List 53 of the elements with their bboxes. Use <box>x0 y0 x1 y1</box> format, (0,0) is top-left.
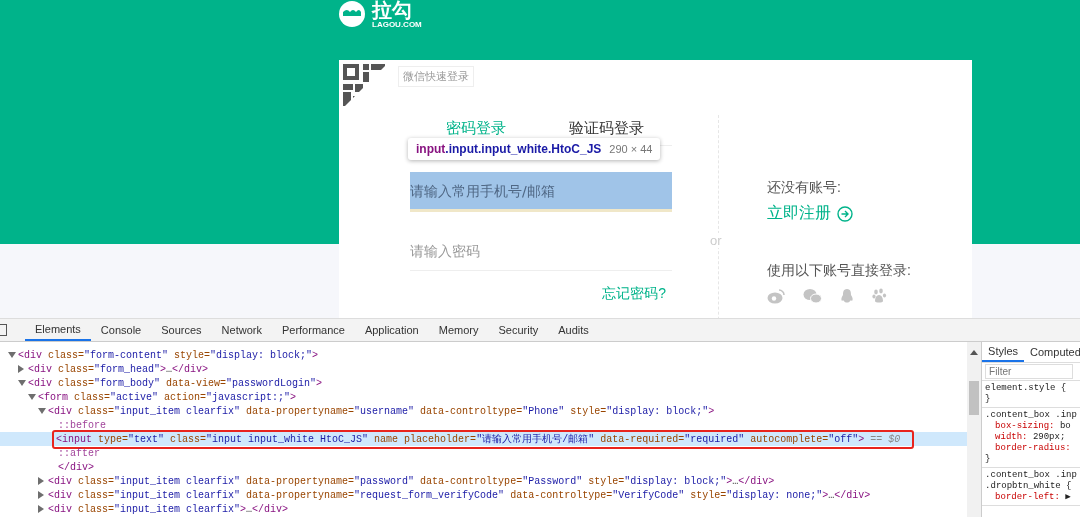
collapsed-triangle-icon[interactable] <box>38 505 44 513</box>
logo-name: 拉勾 <box>372 0 413 20</box>
css-selector: .content_box .inp <box>985 410 1078 421</box>
css-selector: .dropbtn_white { <box>985 481 1073 492</box>
code-line[interactable]: <div class="input_item clearfix">…</div> <box>48 502 289 516</box>
element-selector-label: input.input.input_white.HtoC_JS <box>416 142 602 156</box>
logo-icon <box>338 0 366 28</box>
devtools-tab[interactable]: Security <box>488 319 549 341</box>
expanded-triangle-icon[interactable] <box>38 408 46 414</box>
scrollbar[interactable] <box>967 342 982 517</box>
devtools-tab[interactable]: Application <box>354 319 429 341</box>
wechat-login-tooltip: 微信快速登录 <box>398 66 474 87</box>
code-line[interactable]: <div class="input_item clearfix" data-propertyname="password" data-controltype="Password" style="display: block;">…</div> <box>48 474 775 488</box>
element-size-label: 290 × 44 <box>609 143 653 155</box>
code-line[interactable]: <div class="form_head">…</div> <box>28 362 209 376</box>
collapsed-triangle-icon[interactable] <box>38 477 44 485</box>
code-line[interactable]: <div class="input_item clearfix" data-propertyname="username" data-controltype="Phone" style="display: block;"> <box>48 404 715 418</box>
expanded-triangle-icon[interactable] <box>8 352 16 358</box>
code-line[interactable]: <div class="form_body" data-view="passwordLogin"> <box>28 376 323 390</box>
devtools-tab[interactable]: Audits <box>548 319 599 341</box>
closing-brace: } <box>985 454 992 465</box>
code-line[interactable]: ::before <box>58 418 106 432</box>
code-line[interactable]: ::after <box>58 446 100 460</box>
devtools-tab[interactable]: Memory <box>428 319 489 341</box>
css-declaration: width: 290px; <box>994 432 1067 443</box>
logo-domain: LAGOU.COM <box>372 20 422 30</box>
expanded-triangle-icon[interactable] <box>18 380 26 386</box>
code-line[interactable]: <form class="active" action="javascript:;"> <box>38 390 297 404</box>
css-declaration: border-left: ▶ <box>994 492 1072 503</box>
css-selector: .content_box .inp <box>985 470 1078 481</box>
collapsed-triangle-icon[interactable] <box>18 365 24 373</box>
arrow-circle-icon <box>837 205 853 222</box>
styles-tab[interactable]: Styles <box>982 342 1025 362</box>
styles-tab[interactable]: Computed <box>1024 342 1080 362</box>
devtools-tab[interactable]: Network <box>211 319 272 341</box>
social-login-prompt: 使用以下账号直接登录: <box>767 261 911 280</box>
css-declaration: border-radius: <box>994 443 1072 454</box>
code-line[interactable]: <div class="input_item clearfix" data-propertyname="request_form_verifyCode" data-controltype="VerifyCode" style="display: none;">…</div> <box>48 488 871 502</box>
expanded-triangle-icon[interactable] <box>28 394 36 400</box>
devtools-tab[interactable]: Sources <box>151 319 212 341</box>
code-line[interactable]: </div> <box>58 460 94 474</box>
device-toggle-icon[interactable] <box>0 324 7 336</box>
devtools-tab[interactable]: Elements <box>25 319 91 341</box>
highlighted-input-field[interactable]: 请输入常用手机号/邮箱 <box>410 172 672 212</box>
collapsed-triangle-icon[interactable] <box>38 491 44 499</box>
filter-field[interactable]: Filter <box>985 364 1074 379</box>
devtools-tab[interactable]: Console <box>90 319 152 341</box>
css-selector: element.style { <box>985 383 1068 394</box>
code-line[interactable]: <div class="form-content" style="display: block;"> <box>18 348 319 362</box>
devtools-tab[interactable]: Performance <box>271 319 355 341</box>
register-prompt: 还没有账号: <box>767 178 842 197</box>
closing-brace: } <box>985 394 992 405</box>
css-declaration: box-sizing: bo <box>994 421 1072 432</box>
